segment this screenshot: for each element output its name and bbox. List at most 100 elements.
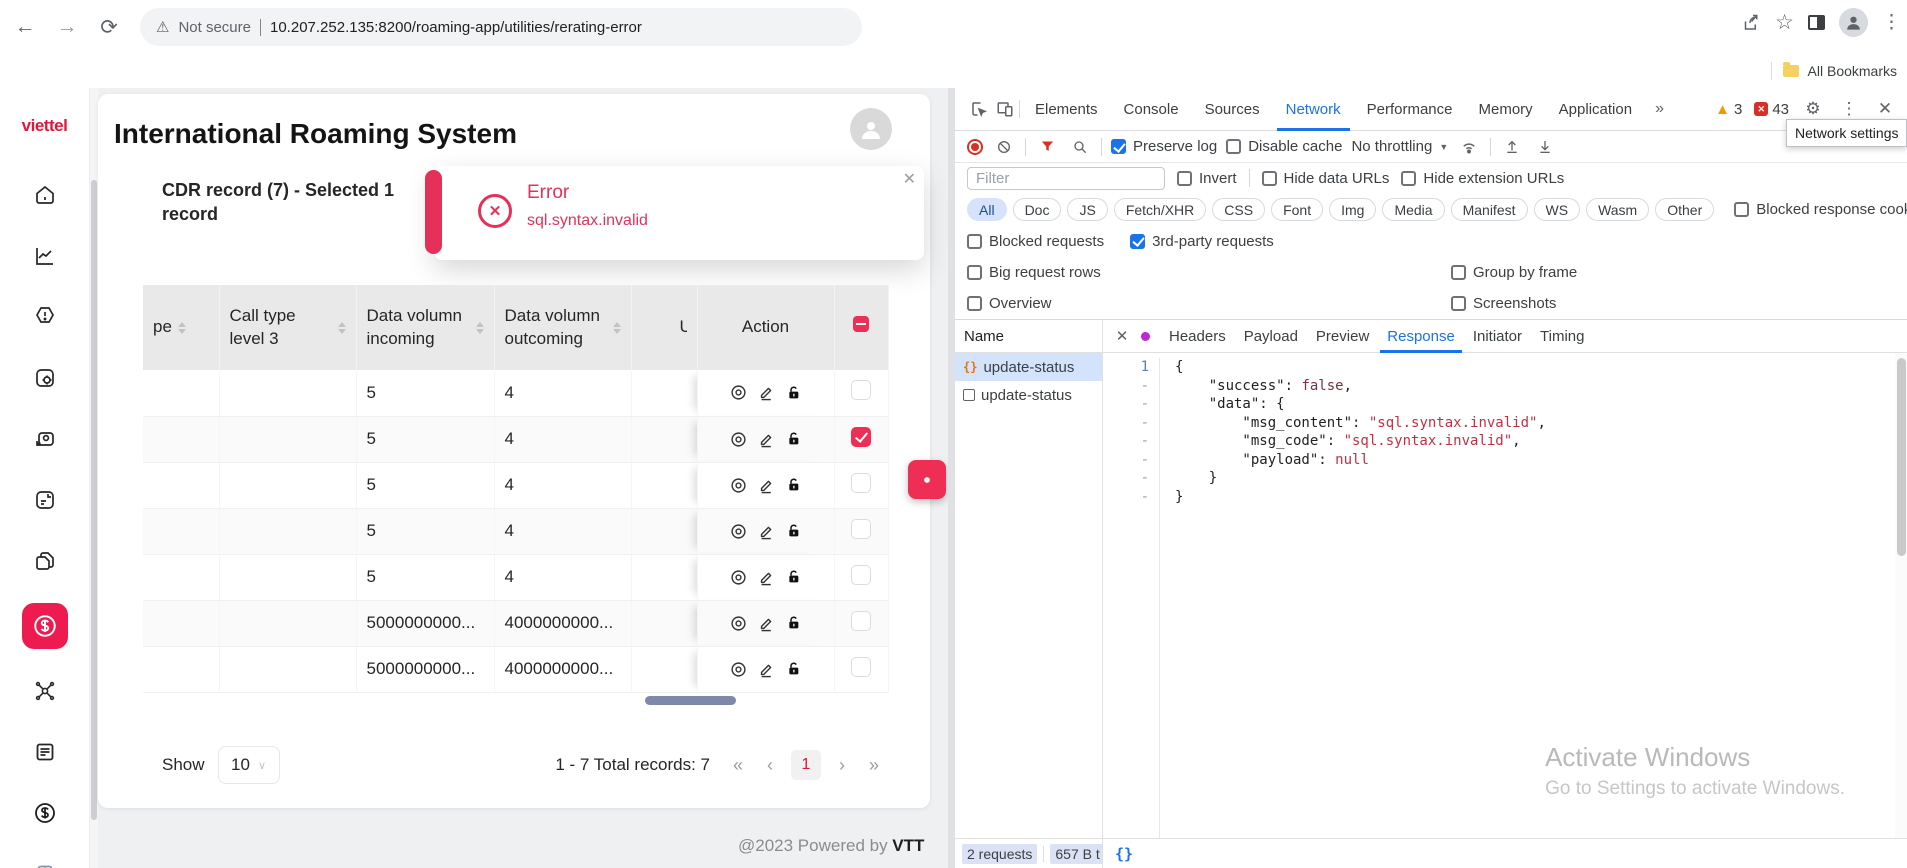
last-page-button[interactable]: » [860, 750, 888, 780]
user-avatar[interactable] [850, 108, 892, 150]
sidebar-item-system[interactable] [26, 359, 64, 397]
sidebar-item-billing-active[interactable] [22, 603, 68, 649]
edit-icon[interactable] [758, 477, 775, 494]
sidebar-item-console[interactable] [26, 855, 64, 868]
search-icon[interactable] [1068, 139, 1092, 155]
view-icon[interactable] [730, 523, 747, 540]
h-scrollbar-thumb[interactable] [645, 696, 736, 705]
disable-cache-checkbox[interactable] [1226, 139, 1241, 154]
devtools-settings-gear-icon[interactable]: ⚙ [1801, 99, 1825, 119]
blocked-cookies-checkbox[interactable] [1734, 202, 1749, 217]
devtools-close-icon[interactable]: ✕ [1873, 99, 1897, 119]
sort-carets-icon[interactable] [476, 322, 484, 334]
share-icon[interactable] [1742, 14, 1761, 32]
security-label[interactable]: Not secure [178, 19, 251, 36]
edit-icon[interactable] [758, 569, 775, 586]
filter-funnel-icon[interactable] [1035, 139, 1059, 154]
toast-close-icon[interactable]: ✕ [903, 169, 916, 189]
filter-chip-doc[interactable]: Doc [1013, 198, 1062, 221]
tab-elements[interactable]: Elements [1022, 88, 1111, 131]
preserve-log-checkbox[interactable] [1111, 139, 1126, 154]
app-scrollbar-thumb[interactable] [91, 180, 97, 820]
lock-icon[interactable] [786, 431, 802, 447]
import-har-icon[interactable] [1500, 139, 1524, 155]
sort-carets-icon[interactable] [613, 322, 621, 334]
page-size-select[interactable]: 10 ∨ [218, 746, 280, 784]
view-icon[interactable] [730, 661, 747, 678]
screenshots-option[interactable]: Screenshots [1451, 295, 1556, 312]
filter-chip-fetch-xhr[interactable]: Fetch/XHR [1114, 198, 1206, 221]
sidebar-item-transfer[interactable] [26, 420, 64, 458]
group-by-frame-checkbox[interactable] [1451, 265, 1466, 280]
view-icon[interactable] [730, 569, 747, 586]
app-vertical-scrollbar[interactable] [90, 88, 98, 868]
filter-chip-all[interactable]: All [967, 198, 1007, 221]
edit-icon[interactable] [758, 431, 775, 448]
response-tab-initiator[interactable]: Initiator [1464, 320, 1531, 353]
row-checkbox[interactable] [851, 565, 871, 585]
bookmark-star-icon[interactable]: ☆ [1775, 10, 1794, 35]
throttling-select[interactable]: No throttling▼ [1351, 138, 1448, 155]
lock-icon[interactable] [786, 477, 802, 493]
errors-badge[interactable]: ✕43 [1754, 101, 1789, 118]
reload-icon[interactable]: ⟳ [92, 10, 126, 44]
clear-network-log-icon[interactable] [992, 139, 1016, 155]
close-request-icon[interactable]: ✕ [1109, 327, 1135, 345]
export-har-icon[interactable] [1533, 139, 1557, 155]
warnings-badge[interactable]: ▲3 [1715, 101, 1742, 118]
sidebar-item-currency[interactable] [26, 794, 64, 832]
response-tab-preview[interactable]: Preview [1307, 320, 1378, 353]
invert-option[interactable]: Invert [1177, 170, 1237, 187]
first-page-button[interactable]: « [724, 750, 752, 780]
big-request-rows-option[interactable]: Big request rows [967, 264, 1101, 281]
view-icon[interactable] [730, 431, 747, 448]
inspect-element-icon[interactable] [967, 100, 991, 118]
screenshots-checkbox[interactable] [1451, 296, 1466, 311]
filter-chip-wasm[interactable]: Wasm [1586, 198, 1649, 221]
overview-checkbox[interactable] [967, 296, 982, 311]
response-tab-timing[interactable]: Timing [1531, 320, 1593, 353]
big-request-rows-checkbox[interactable] [967, 265, 982, 280]
response-tab-headers[interactable]: Headers [1160, 320, 1235, 353]
row-checkbox[interactable] [851, 657, 871, 677]
format-response-icon[interactable]: {} [1115, 845, 1133, 863]
filter-input[interactable] [967, 167, 1165, 190]
next-page-button[interactable]: › [828, 750, 856, 780]
lock-icon[interactable] [786, 615, 802, 631]
select-all-checkbox[interactable] [853, 316, 869, 332]
transferred-status[interactable]: 657 B t [1050, 844, 1103, 864]
blocked-requests-checkbox[interactable] [967, 234, 982, 249]
group-by-frame-option[interactable]: Group by frame [1451, 264, 1577, 281]
sidebar-item-logs[interactable] [26, 733, 64, 771]
record-network-log-icon[interactable] [971, 143, 979, 151]
all-bookmarks-button[interactable]: All Bookmarks [1808, 63, 1897, 79]
filter-chip-js[interactable]: JS [1067, 198, 1107, 221]
row-checkbox[interactable] [851, 611, 871, 631]
preserve-log-option[interactable]: Preserve log [1111, 138, 1217, 155]
tab-network[interactable]: Network [1273, 88, 1354, 131]
tab-performance[interactable]: Performance [1354, 88, 1466, 131]
request-row[interactable]: {}update-status [955, 353, 1102, 381]
lock-icon[interactable] [786, 569, 802, 585]
side-panel-icon[interactable] [1808, 15, 1825, 30]
filter-chip-img[interactable]: Img [1329, 198, 1376, 221]
select-all-header[interactable] [834, 285, 888, 370]
filter-chip-other[interactable]: Other [1655, 198, 1714, 221]
device-toolbar-icon[interactable] [993, 100, 1017, 118]
sidebar-item-documents[interactable] [26, 542, 64, 580]
browser-menu-icon[interactable]: ⋮ [1882, 11, 1901, 34]
filter-chip-manifest[interactable]: Manifest [1451, 198, 1528, 221]
page-number-button[interactable]: 1 [791, 750, 821, 780]
tab-application[interactable]: Application [1546, 88, 1645, 131]
filter-chip-media[interactable]: Media [1382, 198, 1444, 221]
sort-carets-icon[interactable] [178, 322, 186, 334]
view-icon[interactable] [730, 384, 747, 401]
hide-data-urls-checkbox[interactable] [1262, 171, 1277, 186]
column-header-data-volumn-outcoming[interactable]: Data volumn outcoming [494, 285, 631, 370]
blocked-requests-option[interactable]: Blocked requests [967, 233, 1104, 250]
row-checkbox[interactable] [851, 380, 871, 400]
response-scrollbar-thumb[interactable] [1897, 358, 1906, 556]
overview-option[interactable]: Overview [967, 295, 1052, 312]
devtools-menu-dots-icon[interactable]: ⋮ [1837, 99, 1861, 119]
edit-icon[interactable] [758, 523, 775, 540]
